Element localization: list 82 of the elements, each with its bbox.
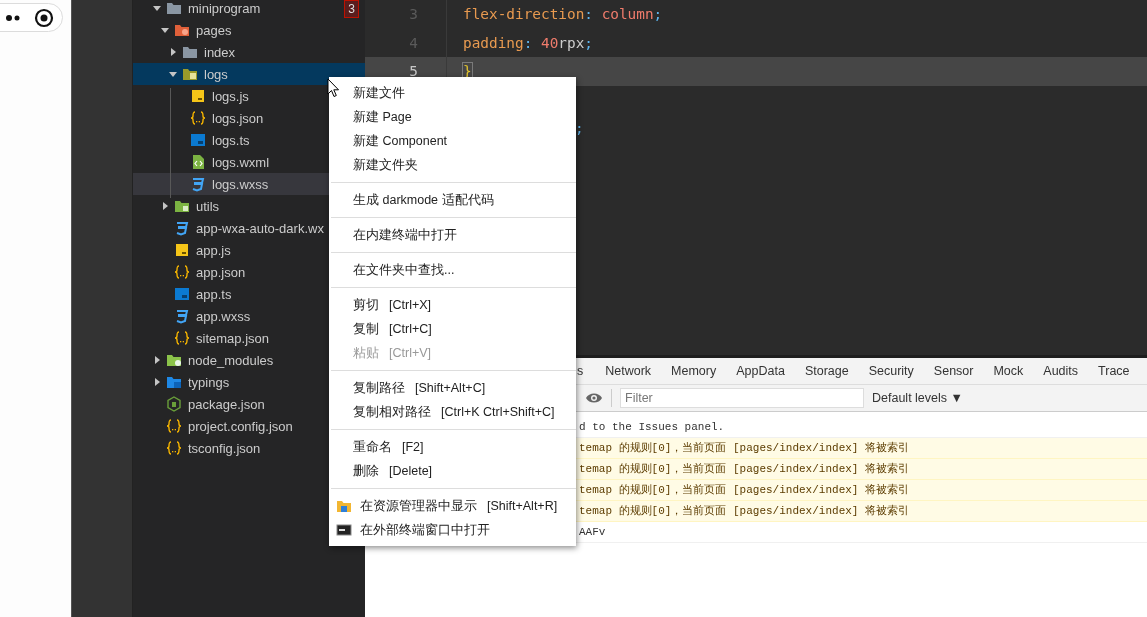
css-file-icon bbox=[174, 220, 190, 236]
tree-item[interactable]: logs bbox=[133, 63, 365, 85]
levels-dropdown[interactable]: Default levels ▼ bbox=[872, 391, 963, 405]
file-name: project.config.json bbox=[188, 418, 293, 434]
ts-file-icon bbox=[190, 132, 206, 148]
expanded-arrow-icon[interactable] bbox=[152, 4, 161, 12]
expanded-arrow-icon[interactable] bbox=[168, 70, 177, 78]
devtools-tab[interactable]: s bbox=[577, 364, 596, 378]
tree-item[interactable]: pages bbox=[133, 19, 365, 41]
filter-field[interactable]: Filter bbox=[620, 388, 864, 408]
folder-icon bbox=[182, 44, 198, 60]
folder-icon bbox=[182, 66, 198, 82]
devtools-tab[interactable]: Trace bbox=[1088, 364, 1140, 378]
file-name: utils bbox=[196, 198, 220, 214]
file-name: app-wxa-auto-dark.wx bbox=[196, 220, 324, 236]
devtools-tab[interactable]: Network bbox=[595, 364, 662, 378]
json-file-icon bbox=[174, 330, 190, 346]
file-name: logs.json bbox=[212, 110, 264, 126]
file-name: app.json bbox=[196, 264, 246, 280]
file-name: logs bbox=[204, 66, 228, 82]
folder-icon bbox=[174, 22, 190, 38]
folder-icon bbox=[166, 0, 182, 16]
file-name: tsconfig.json bbox=[188, 440, 261, 456]
ts-file-icon bbox=[174, 286, 190, 302]
devtools-tab[interactable]: Memory bbox=[661, 364, 727, 378]
devtools-tab[interactable]: Audits bbox=[1033, 364, 1089, 378]
folder-icon bbox=[174, 198, 190, 214]
expanded-arrow-icon[interactable] bbox=[160, 26, 169, 34]
file-name: node_modules bbox=[188, 352, 274, 368]
code-file-icon bbox=[190, 154, 206, 170]
menu-item[interactable]: 在文件夹中查找... bbox=[329, 258, 576, 282]
devtools-tab[interactable]: Sensor bbox=[923, 364, 984, 378]
terminal-icon bbox=[336, 522, 352, 538]
collapsed-arrow-icon[interactable] bbox=[168, 48, 177, 56]
json-file-icon bbox=[190, 110, 206, 126]
css-file-icon bbox=[174, 308, 190, 324]
line-number: 5 bbox=[408, 63, 419, 80]
css-file-icon bbox=[190, 176, 206, 192]
file-name: typings bbox=[188, 374, 230, 390]
file-name: sitemap.json bbox=[196, 330, 269, 346]
file-name: miniprogram bbox=[188, 0, 261, 16]
code-text: padding: 40rpx; bbox=[463, 34, 593, 51]
folder-icon bbox=[336, 498, 352, 514]
devtools-tab[interactable]: Storage bbox=[794, 364, 859, 378]
eye-icon[interactable] bbox=[585, 392, 603, 404]
devtools-tab[interactable]: Mock bbox=[983, 364, 1034, 378]
devtools-tab[interactable]: AppData bbox=[726, 364, 795, 378]
menu-item[interactable]: 复制 [Ctrl+C] bbox=[329, 317, 576, 341]
menu-item[interactable]: 新建 Component bbox=[329, 129, 576, 153]
folder-icon bbox=[166, 352, 182, 368]
file-name: app.ts bbox=[196, 286, 232, 302]
file-name: app.js bbox=[196, 242, 231, 258]
menu-item[interactable]: 剪切 [Ctrl+X] bbox=[329, 293, 576, 317]
menu-item[interactable]: 在内建终端中打开 bbox=[329, 223, 576, 247]
folder-icon bbox=[166, 374, 182, 390]
file-name: logs.js bbox=[212, 88, 249, 104]
file-name: logs.wxss bbox=[212, 176, 269, 192]
json-file-icon bbox=[174, 264, 190, 280]
file-name: package.json bbox=[188, 396, 265, 412]
tree-item[interactable]: miniprogram 3 bbox=[133, 0, 365, 19]
collapsed-arrow-icon[interactable] bbox=[152, 356, 161, 364]
menu-item[interactable]: 复制路径 [Shift+Alt+C] bbox=[329, 376, 576, 400]
more-icon[interactable] bbox=[6, 14, 20, 21]
json-file-icon bbox=[166, 440, 182, 456]
js-file-icon bbox=[174, 242, 190, 258]
file-name: index bbox=[204, 44, 236, 60]
target-icon[interactable] bbox=[34, 7, 54, 28]
file-name: logs.wxml bbox=[212, 154, 270, 170]
json-file-icon bbox=[166, 418, 182, 434]
devtools-tab[interactable]: Security bbox=[858, 364, 924, 378]
collapsed-arrow-icon[interactable] bbox=[152, 378, 161, 386]
js-file-icon bbox=[190, 88, 206, 104]
file-name: logs.ts bbox=[212, 132, 250, 148]
hexagon-icon bbox=[166, 396, 182, 412]
file-name: pages bbox=[196, 22, 232, 38]
problem-count-badge: 3 bbox=[344, 0, 359, 18]
tree-item[interactable]: index bbox=[133, 41, 365, 63]
code-text: ; bbox=[575, 120, 584, 137]
menu-item[interactable]: 新建 Page bbox=[329, 105, 576, 129]
collapsed-arrow-icon[interactable] bbox=[160, 202, 169, 210]
file-name: app.wxss bbox=[196, 308, 251, 324]
code-text: flex-direction: column; bbox=[463, 6, 663, 23]
